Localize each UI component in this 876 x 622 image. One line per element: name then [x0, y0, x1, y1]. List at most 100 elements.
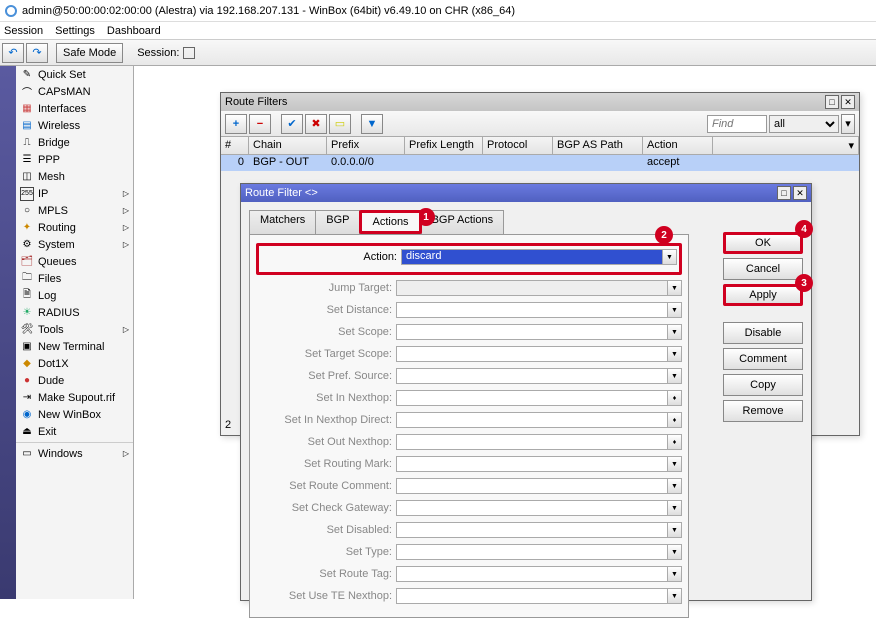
col-chain[interactable]: Chain: [249, 137, 327, 154]
sidebar-item-ppp[interactable]: ☰PPP: [16, 151, 133, 168]
tab-matchers[interactable]: Matchers: [249, 210, 316, 234]
action-input[interactable]: discard: [401, 249, 663, 265]
rtag-input[interactable]: [396, 566, 668, 582]
sidebar-item-queues[interactable]: 🗂Queues: [16, 253, 133, 270]
distance-input[interactable]: [396, 302, 668, 318]
rcomment-input[interactable]: [396, 478, 668, 494]
sidebar-item-tools[interactable]: 🛠Tools▷: [16, 321, 133, 338]
chevron-icon: ▷: [123, 449, 129, 458]
disabled-input[interactable]: [396, 522, 668, 538]
sidebar-item-dude[interactable]: ●Dude: [16, 372, 133, 389]
col-aspath[interactable]: BGP AS Path: [553, 137, 643, 154]
remove-button[interactable]: −: [249, 114, 271, 134]
comment-button[interactable]: ▭: [329, 114, 351, 134]
window-title-text: Route Filters: [225, 96, 287, 108]
add-button[interactable]: +: [225, 114, 247, 134]
dropdown-icon[interactable]: ▼: [663, 249, 677, 265]
tab-actions[interactable]: Actions: [359, 210, 421, 234]
interface-icon: ▦: [20, 102, 34, 116]
col-action[interactable]: Action: [643, 137, 713, 154]
sidebar-item-files[interactable]: 🗀Files: [16, 270, 133, 287]
sidebar-item-dot1x[interactable]: ◆Dot1X: [16, 355, 133, 372]
mesh-icon: ◫: [20, 170, 34, 184]
cancel-button[interactable]: Cancel: [723, 258, 803, 280]
check-icon: ✔: [287, 117, 296, 130]
menu-session[interactable]: Session: [4, 25, 43, 37]
sidebar-item-quickset[interactable]: ✎Quick Set: [16, 66, 133, 83]
scope-input[interactable]: [396, 324, 668, 340]
sidebar-item-routing[interactable]: ✦Routing▷: [16, 219, 133, 236]
sidebar-item-capsman[interactable]: ⌒CAPsMAN: [16, 83, 133, 100]
redo-button[interactable]: ↷: [26, 43, 48, 63]
route-filters-titlebar[interactable]: Route Filters □ ✕: [221, 93, 859, 111]
restore-button[interactable]: □: [825, 95, 839, 109]
apply-button[interactable]: Apply: [723, 284, 803, 306]
safe-mode-button[interactable]: Safe Mode: [56, 43, 123, 63]
sidebar-item-log[interactable]: 🗎Log: [16, 287, 133, 304]
sidebar-item-ip[interactable]: 255IP▷: [16, 185, 133, 202]
step-badge-4: 4: [795, 220, 813, 238]
col-num[interactable]: #: [221, 137, 249, 154]
rmark-input[interactable]: [396, 456, 668, 472]
tscope-input[interactable]: [396, 346, 668, 362]
col-proto[interactable]: Protocol: [483, 137, 553, 154]
dude-icon: ●: [20, 374, 34, 388]
grid-header: # Chain Prefix Prefix Length Protocol BG…: [221, 137, 859, 155]
disable-button[interactable]: ✖: [305, 114, 327, 134]
sidebar-item-system[interactable]: ⚙System▷: [16, 236, 133, 253]
sidebar-item-bridge[interactable]: ⎍Bridge: [16, 134, 133, 151]
ppp-icon: ☰: [20, 153, 34, 167]
menu-settings[interactable]: Settings: [55, 25, 95, 37]
jump-input[interactable]: [396, 280, 668, 296]
type-input[interactable]: [396, 544, 668, 560]
sidebar-item-supout[interactable]: ⇥Make Supout.rif: [16, 389, 133, 406]
terminal-icon: ▣: [20, 340, 34, 354]
usete-input[interactable]: [396, 588, 668, 604]
sidebar-item-terminal[interactable]: ▣New Terminal: [16, 338, 133, 355]
close-button[interactable]: ✕: [841, 95, 855, 109]
ok-button[interactable]: OK: [723, 232, 803, 254]
gear-icon: ⚙: [20, 238, 34, 252]
sidebar-item-exit[interactable]: ⏏Exit: [16, 423, 133, 440]
dropdown-icon[interactable]: ▼: [668, 280, 682, 296]
enable-button[interactable]: ✔: [281, 114, 303, 134]
sidebar-item-interfaces[interactable]: ▦Interfaces: [16, 100, 133, 117]
dialog-buttons: OK Cancel Apply Disable Comment Copy Rem…: [723, 232, 803, 422]
sidebar-item-mesh[interactable]: ◫Mesh: [16, 168, 133, 185]
filter-select[interactable]: all: [769, 115, 839, 133]
prefsrc-input[interactable]: [396, 368, 668, 384]
winbox-logo-icon: [4, 4, 18, 18]
innhd-input[interactable]: [396, 412, 668, 428]
tab-bgp[interactable]: BGP: [315, 210, 360, 234]
innh-input[interactable]: [396, 390, 668, 406]
table-row[interactable]: 0 BGP - OUT 0.0.0.0/0 accept: [221, 155, 859, 171]
remove-button[interactable]: Remove: [723, 400, 803, 422]
sidebar-item-windows[interactable]: ▭Windows▷: [16, 445, 133, 462]
outnh-input[interactable]: [396, 434, 668, 450]
sidebar-item-mpls[interactable]: ○MPLS▷: [16, 202, 133, 219]
action-label: Action:: [261, 251, 401, 263]
close-button[interactable]: ✕: [793, 186, 807, 200]
menu-dashboard[interactable]: Dashboard: [107, 25, 161, 37]
find-input[interactable]: [707, 115, 767, 133]
col-prefix[interactable]: Prefix: [327, 137, 405, 154]
checkgw-input[interactable]: [396, 500, 668, 516]
col-more[interactable]: ▾: [713, 137, 859, 154]
comment-button[interactable]: Comment: [723, 348, 803, 370]
filter-button[interactable]: ▼: [361, 114, 383, 134]
mpls-icon: ○: [20, 204, 34, 218]
sidebar-item-wireless[interactable]: ▤Wireless: [16, 117, 133, 134]
copy-button[interactable]: Copy: [723, 374, 803, 396]
restore-button[interactable]: □: [777, 186, 791, 200]
sidebar-item-radius[interactable]: ☀RADIUS: [16, 304, 133, 321]
disable-button[interactable]: Disable: [723, 322, 803, 344]
folder-icon: 🗀: [20, 272, 34, 286]
sidebar-item-winbox[interactable]: ◉New WinBox: [16, 406, 133, 423]
col-plen[interactable]: Prefix Length: [405, 137, 483, 154]
menubar: Session Settings Dashboard: [0, 22, 876, 40]
dot1x-icon: ◆: [20, 357, 34, 371]
tools-icon: 🛠: [20, 323, 34, 337]
route-filter-titlebar[interactable]: Route Filter <> □ ✕: [241, 184, 811, 202]
undo-button[interactable]: ↶: [2, 43, 24, 63]
filter-dropdown[interactable]: ▾: [841, 114, 855, 134]
